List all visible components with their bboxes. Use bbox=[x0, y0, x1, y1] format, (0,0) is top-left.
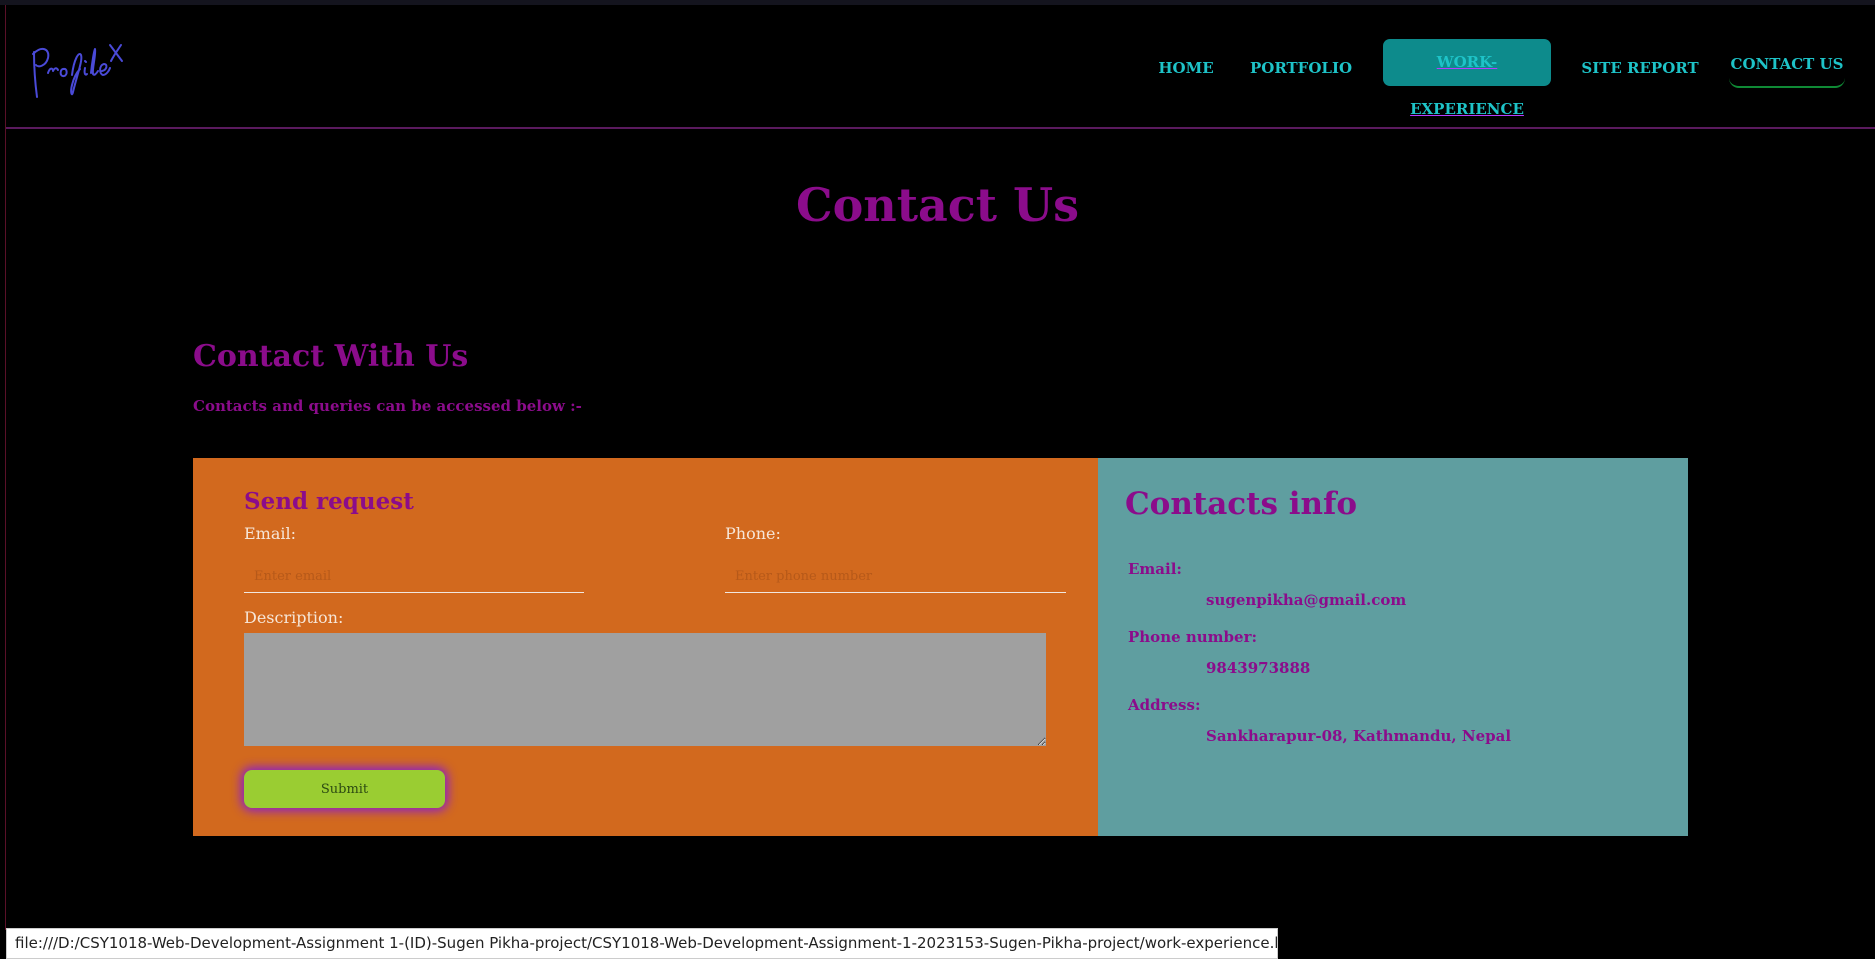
contact-email-value: sugenpikha@gmail.com bbox=[1206, 591, 1407, 609]
email-label: Email: bbox=[244, 524, 297, 543]
logo-link[interactable] bbox=[28, 37, 128, 107]
contact-phone-label: Phone number: bbox=[1128, 628, 1258, 646]
section-title: Contact With Us bbox=[193, 339, 469, 374]
nav-home[interactable]: HOME bbox=[1149, 44, 1223, 92]
header-divider bbox=[6, 127, 1875, 129]
nav-work-experience[interactable]: WORK-EXPERIENCE bbox=[1383, 39, 1551, 118]
page-title: Contact Us bbox=[795, 178, 1080, 232]
nav-contact-us[interactable]: CONTACT US bbox=[1729, 40, 1845, 88]
submit-button[interactable]: Submit bbox=[244, 770, 445, 808]
nav-site-report[interactable]: SITE REPORT bbox=[1580, 44, 1700, 92]
contact-address-value: Sankharapur-08, Kathmandu, Nepal bbox=[1206, 727, 1512, 745]
contact-address-label: Address: bbox=[1128, 696, 1201, 714]
form-title: Send request bbox=[244, 488, 414, 515]
nav-portfolio[interactable]: PORTFOLIO bbox=[1245, 44, 1357, 92]
logo-signature-icon bbox=[32, 44, 123, 98]
contacts-info-title: Contacts info bbox=[1125, 486, 1358, 522]
contact-email-label: Email: bbox=[1128, 560, 1182, 578]
browser-status-url: file:///D:/CSY1018-Web-Development-Assig… bbox=[6, 928, 1278, 959]
section-subtitle: Contacts and queries can be accessed bel… bbox=[193, 397, 582, 415]
phone-input[interactable] bbox=[725, 561, 1066, 593]
window-left-edge bbox=[5, 5, 6, 930]
send-request-form: Send request Email: Phone: Description: … bbox=[193, 458, 1098, 836]
contact-phone-value: 9843973888 bbox=[1206, 659, 1311, 677]
phone-label: Phone: bbox=[725, 524, 781, 543]
email-input[interactable] bbox=[244, 561, 584, 593]
description-label: Description: bbox=[244, 608, 344, 627]
contacts-info-panel: Contacts info Email: sugenpikha@gmail.co… bbox=[1098, 458, 1688, 836]
description-textarea[interactable] bbox=[244, 633, 1046, 746]
